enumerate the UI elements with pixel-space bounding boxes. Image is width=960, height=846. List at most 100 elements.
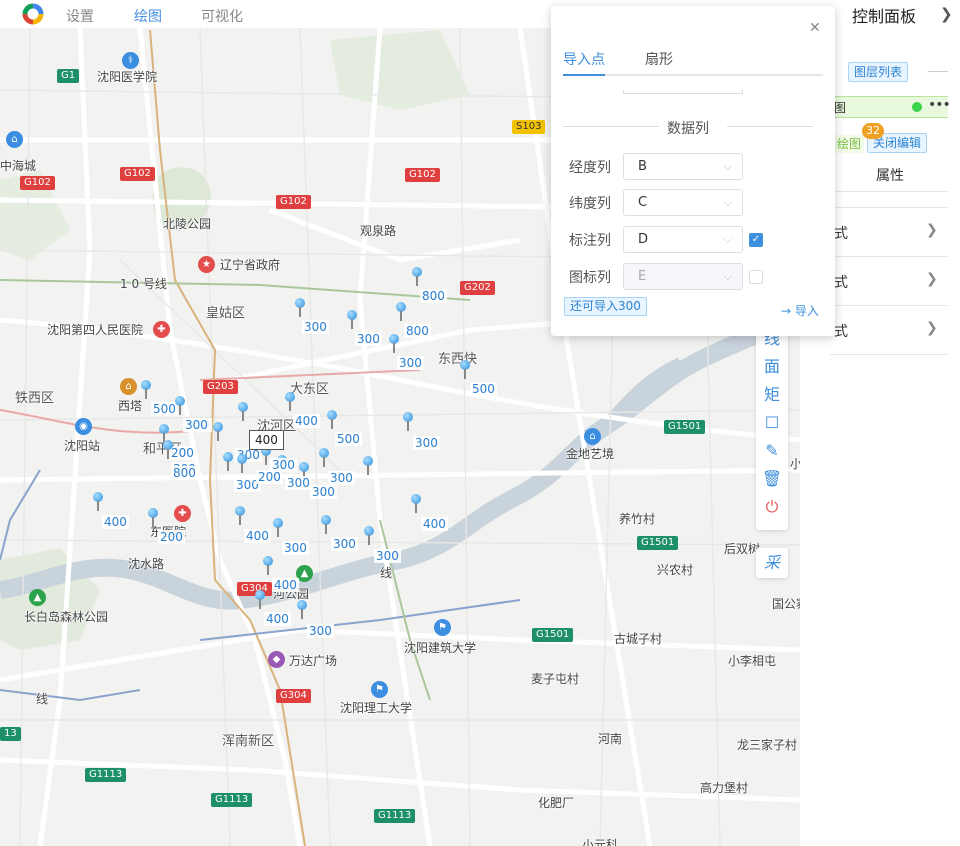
road-shield: G202 xyxy=(460,281,495,295)
layer-list-button[interactable]: 图层列表 xyxy=(848,62,909,82)
select-value: C xyxy=(638,195,648,210)
map-marker-icon[interactable] xyxy=(147,508,159,528)
road-shield: G1501 xyxy=(532,628,574,642)
section-divider xyxy=(727,126,813,127)
place-label: 养竹村 xyxy=(619,512,656,526)
marker-label: 500 xyxy=(470,382,497,396)
comment-icon[interactable]: ☐ xyxy=(756,409,788,437)
tab-import-points[interactable]: 导入点 xyxy=(563,49,605,69)
map-marker-icon[interactable] xyxy=(140,380,152,400)
marker-label: 200 xyxy=(256,470,283,484)
map-marker-icon[interactable] xyxy=(326,410,338,430)
place-label: 万达广场 xyxy=(289,654,338,668)
map-marker-icon[interactable] xyxy=(294,298,306,318)
panel-divider xyxy=(830,191,948,192)
dialog-tabs: 导入点 扇形 xyxy=(563,46,823,76)
map-marker-icon[interactable] xyxy=(346,310,358,330)
map-marker-icon[interactable] xyxy=(395,302,407,322)
place-label: 观泉路 xyxy=(360,224,397,238)
map-marker-icon[interactable] xyxy=(388,334,400,354)
map-marker-icon[interactable] xyxy=(272,518,284,538)
map-marker-icon[interactable] xyxy=(254,590,266,610)
rectangle-tool-icon[interactable]: 矩 xyxy=(756,381,788,409)
map-marker-icon[interactable] xyxy=(236,454,248,474)
draw-toolbar: 线面矩 ☐ ✎ 🗑 ⏻ xyxy=(756,325,788,530)
place-label: 1 0 号线 xyxy=(120,277,167,291)
more-icon[interactable]: ••• xyxy=(928,97,951,113)
poi-icon: ⚕ xyxy=(122,52,139,69)
map-marker-icon[interactable] xyxy=(237,402,249,422)
column-select[interactable]: D ⌵ xyxy=(623,226,743,253)
marker-label: 400 xyxy=(421,517,448,531)
marker-label: 300 xyxy=(285,476,312,490)
map-marker-icon[interactable] xyxy=(262,556,274,576)
layer-row[interactable]: 图 ••• xyxy=(830,96,951,118)
style-row[interactable]: 式 ❯ xyxy=(830,208,948,256)
panel-collapse-icon[interactable]: ❯ xyxy=(940,5,953,23)
style-row[interactable]: 式 ❯ xyxy=(830,257,948,305)
close-icon[interactable]: ✕ xyxy=(809,20,821,36)
polygon-tool-icon[interactable]: 面 xyxy=(756,353,788,381)
power-icon[interactable]: ⏻ xyxy=(756,493,788,521)
select-value: B xyxy=(638,159,647,174)
scroll-stub xyxy=(623,90,743,94)
tab-sector[interactable]: 扇形 xyxy=(645,49,673,69)
place-label: 线 xyxy=(380,566,393,580)
map-marker-icon[interactable] xyxy=(162,440,174,460)
map-marker-icon[interactable] xyxy=(411,267,423,287)
import-button[interactable]: → 导入 xyxy=(781,302,819,319)
map-marker-icon[interactable] xyxy=(459,360,471,380)
map-marker-icon[interactable] xyxy=(402,412,414,432)
field-label: 图标列 xyxy=(569,270,611,286)
map-marker-icon[interactable] xyxy=(174,396,186,416)
map-marker-icon[interactable] xyxy=(92,492,104,512)
poi-icon: ⚑ xyxy=(371,681,388,698)
poi-icon: ⚑ xyxy=(434,619,451,636)
chevron-down-icon: ⌵ xyxy=(723,270,732,283)
poi-icon: ✚ xyxy=(174,505,191,522)
road-shield: G102 xyxy=(276,195,311,209)
column-select[interactable]: B ⌵ xyxy=(623,153,743,180)
map-marker-icon[interactable] xyxy=(362,456,374,476)
draw-button[interactable]: 绘图 xyxy=(834,135,865,153)
marker-label: 300 xyxy=(307,624,334,638)
nav-visualize[interactable]: 可视化 xyxy=(201,6,243,26)
collect-tool[interactable]: 采 xyxy=(756,548,788,578)
marker-tooltip: 400 xyxy=(249,430,284,450)
place-label: 线 xyxy=(36,692,49,706)
map-marker-icon[interactable] xyxy=(234,506,246,526)
map-marker-icon[interactable] xyxy=(410,494,422,514)
marker-label: 300 xyxy=(282,541,309,555)
poi-icon: ⌂ xyxy=(6,131,23,148)
import-dialog: ✕ 导入点 扇形 数据列 经度列 B ⌵ 纬度列 C ⌵ 标注列 D ⌵ ✓ 图标列 E ⌵ 还可导入3… xyxy=(551,6,835,336)
map-marker-icon[interactable] xyxy=(363,526,375,546)
road-shield: G1 xyxy=(57,69,80,83)
chevron-right-icon: ❯ xyxy=(926,271,938,287)
place-label: 兴农村 xyxy=(657,563,694,577)
column-select[interactable]: C ⌵ xyxy=(623,189,743,216)
import-remaining-hint: 还可导入300 xyxy=(564,297,647,316)
road-shield: G1501 xyxy=(664,420,706,434)
place-label: 高力堡村 xyxy=(700,781,749,795)
map-marker-icon[interactable] xyxy=(212,422,224,442)
map-marker-icon[interactable] xyxy=(222,452,234,472)
map-marker-icon[interactable] xyxy=(284,392,296,412)
map-marker-icon[interactable] xyxy=(318,448,330,468)
layer-name: 图 xyxy=(834,101,847,115)
map-marker-icon[interactable] xyxy=(296,600,308,620)
nav-draw[interactable]: 绘图 xyxy=(134,6,162,26)
show-column-checkbox[interactable] xyxy=(749,270,763,284)
nav-settings[interactable]: 设置 xyxy=(66,6,94,26)
show-column-checkbox[interactable]: ✓ xyxy=(749,233,763,247)
marker-label: 300 xyxy=(413,436,440,450)
marker-label: 400 xyxy=(272,578,299,592)
layer-visible-icon[interactable] xyxy=(912,102,922,112)
edit-pen-icon[interactable]: ✎ xyxy=(756,437,788,465)
tab-indicator xyxy=(563,74,605,76)
place-label: 沈阳医学院 xyxy=(97,70,158,84)
trash-icon[interactable]: 🗑 xyxy=(756,465,788,493)
map-marker-icon[interactable] xyxy=(320,515,332,535)
app-root: 设置 绘图 可视化 G1 G102 G102 G102 G102 G202 S1… xyxy=(0,0,960,846)
field-label: 纬度列 xyxy=(569,196,611,212)
style-row[interactable]: 式 ❯ xyxy=(830,306,948,354)
